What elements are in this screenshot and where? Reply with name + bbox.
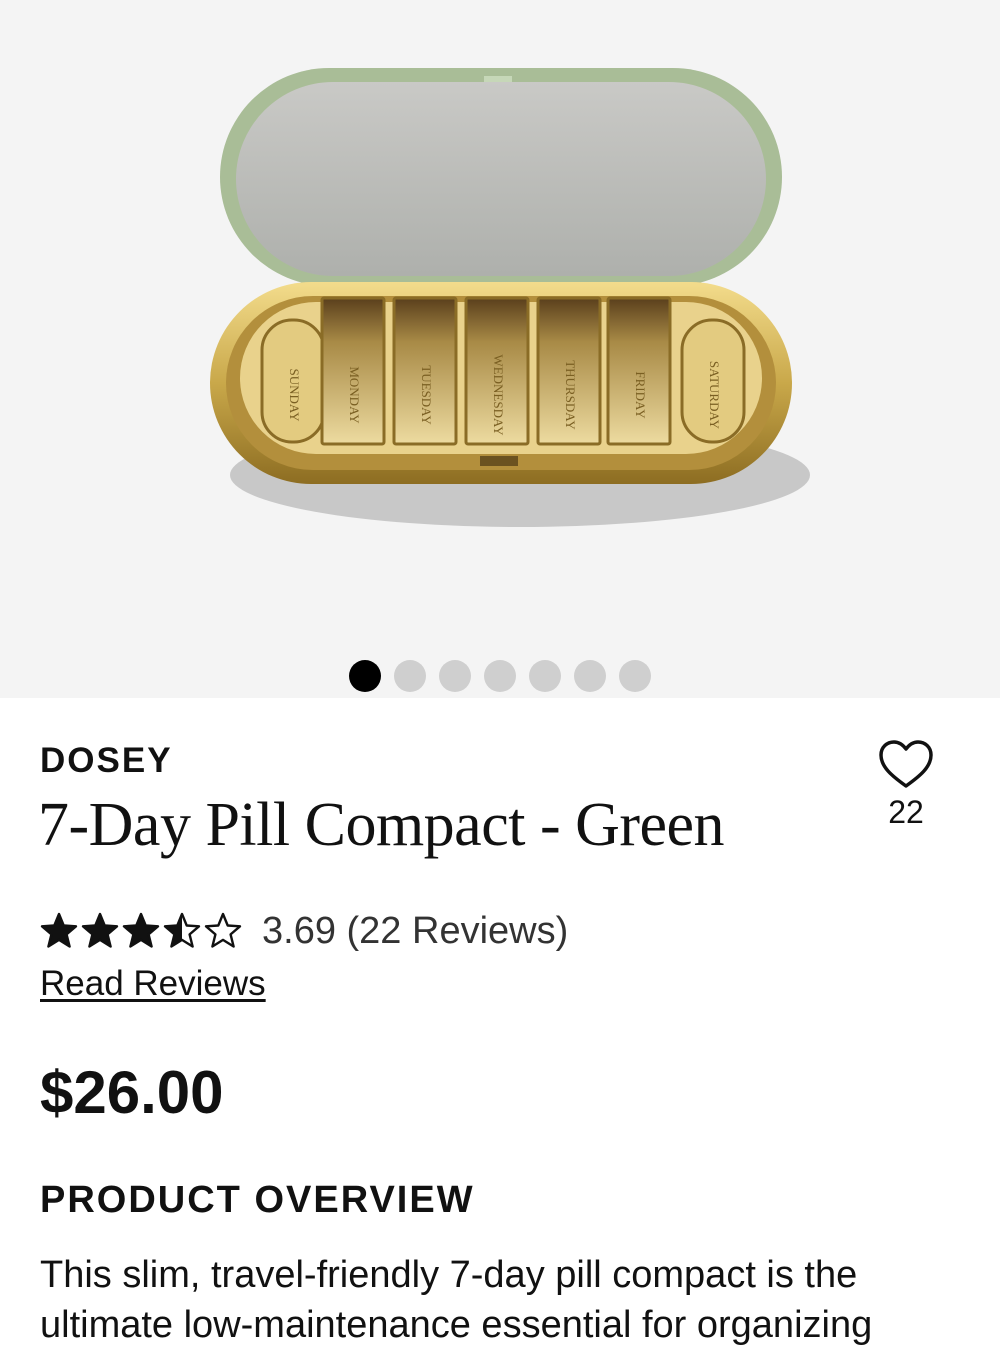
pill-compartment: FRIDAY — [606, 296, 672, 446]
day-label: MONDAY — [347, 366, 362, 424]
wishlist-count: 22 — [888, 794, 924, 830]
day-label: SATURDAY — [707, 361, 722, 430]
brand-name[interactable]: DOSEY — [40, 741, 173, 781]
rating-summary: 3.69 (22 Reviews) — [262, 909, 569, 952]
product-price: $26.00 — [40, 1059, 224, 1126]
heart-icon — [879, 740, 933, 788]
carousel-dot[interactable] — [484, 660, 516, 692]
pill-compartment: SUNDAY — [260, 318, 326, 444]
pill-compartment: TUESDAY — [392, 296, 458, 446]
product-overview-heading: PRODUCT OVERVIEW — [40, 1179, 475, 1221]
star-filled-icon — [81, 912, 119, 948]
pill-compartment: THURSDAY — [536, 296, 602, 446]
star-filled-icon — [122, 912, 160, 948]
carousel-dot[interactable] — [349, 660, 381, 692]
carousel-dot[interactable] — [439, 660, 471, 692]
rating-row[interactable]: 3.69 (22 Reviews) — [40, 906, 568, 956]
product-title: 7-Day Pill Compact - Green — [38, 791, 725, 859]
carousel-dot[interactable] — [394, 660, 426, 692]
pill-compartment: WEDNESDAY — [464, 296, 530, 446]
carousel-dot[interactable] — [619, 660, 651, 692]
day-label: THURSDAY — [563, 360, 578, 430]
read-reviews-link[interactable]: Read Reviews — [40, 964, 266, 1004]
star-filled-icon — [40, 912, 78, 948]
wishlist-button[interactable]: 22 — [870, 740, 942, 840]
product-overview-text: This slim, travel-friendly 7-day pill co… — [40, 1254, 873, 1346]
product-gallery[interactable]: SUNDAY MONDAY TUESDAY WEDNESDAY THURSDAY FRID… — [0, 0, 1000, 698]
carousel-dot[interactable] — [574, 660, 606, 692]
pill-compartment: SATURDAY — [680, 318, 746, 444]
day-label: SUNDAY — [287, 369, 302, 423]
day-label: TUESDAY — [419, 365, 434, 425]
carousel-dots — [0, 660, 1000, 692]
product-image: SUNDAY MONDAY TUESDAY WEDNESDAY THURSDAY FRID… — [210, 68, 810, 527]
day-label: WEDNESDAY — [491, 354, 506, 436]
star-empty-icon — [204, 912, 242, 948]
day-label: FRIDAY — [633, 371, 648, 419]
pill-compartment: MONDAY — [320, 296, 386, 446]
star-rating — [40, 912, 242, 950]
carousel-dot[interactable] — [529, 660, 561, 692]
star-half-icon — [163, 912, 201, 948]
